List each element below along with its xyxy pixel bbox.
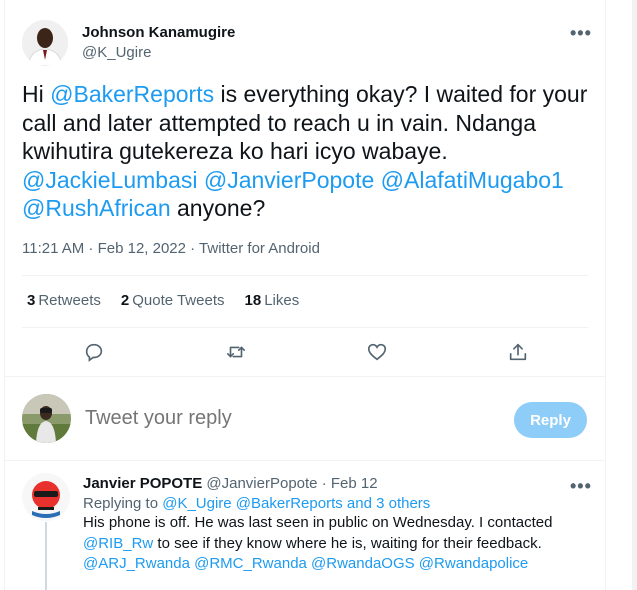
reply-text-part: His phone is off. He was last seen in pu… [83,514,553,531]
mention-link[interactable]: @JackieLumbasi [22,167,197,193]
reply-input[interactable] [85,407,485,430]
divider [22,275,588,276]
author-avatar[interactable] [22,20,68,66]
tweet-text-part: Hi [22,81,51,107]
engagement-stats: 3 Retweets 2 Quote Tweets 18 Likes [27,292,299,309]
retweets-label: Retweets [38,292,101,309]
reply-author-handle[interactable]: @JanvierPopote [206,475,317,492]
reply-date[interactable]: · Feb 12 [322,475,378,492]
quotes-label: Quote Tweets [132,292,225,309]
author-handle[interactable]: @K_Ugire [82,44,151,61]
quotes-count: 2 [120,292,130,309]
reply-author-avatar[interactable] [22,473,70,521]
mention-link[interactable]: @RIB_Rw [83,535,153,552]
reply-header: Janvier POPOTE @JanvierPopote · Feb 12 [83,475,593,492]
reply-icon[interactable] [77,335,111,369]
more-options-icon[interactable]: ••• [570,24,592,42]
reply-more-options-icon[interactable]: ••• [570,477,592,495]
reply-text: His phone is off. He was last seen in pu… [83,513,593,575]
mention-link[interactable]: @AlafatiMugabo1 [381,167,564,193]
divider [5,376,605,377]
retweets-stat[interactable]: 3 Retweets [27,292,101,309]
share-icon[interactable] [501,335,535,369]
replying-to-prefix: Replying to [83,495,163,512]
retweets-count: 3 [27,292,36,309]
quote-tweets-stat[interactable]: 2 Quote Tweets [121,292,225,309]
reply-tweet[interactable]: Janvier POPOTE @JanvierPopote · Feb 12 R… [83,475,593,575]
replying-to-users[interactable]: @K_Ugire @BakerReports and 3 others [162,495,430,512]
mention-link[interactable]: @RushAfrican [22,195,171,221]
mention-link[interactable]: @JanvierPopote [204,167,374,193]
reply-button[interactable]: Reply [514,402,587,438]
mention-links[interactable]: @ARJ_Rwanda @RMC_Rwanda @RwandaOGS @Rwan… [83,555,528,572]
reply-text-part: to see if they know where he is, waiting… [153,534,542,552]
likes-stat[interactable]: 18 Likes [245,292,300,309]
tweet-timestamp[interactable]: 11:21 AM · Feb 12, 2022 · Twitter for An… [22,240,320,257]
replying-to: Replying to @K_Ugire @BakerReports and 3… [83,495,593,512]
thread-connector [45,522,47,590]
reply-author-name[interactable]: Janvier POPOTE [83,475,202,492]
likes-label: Likes [264,292,300,309]
like-icon[interactable] [360,335,394,369]
tweet-text: Hi @BakerReports is everything okay? I w… [22,80,602,223]
tweet-text-part: anyone? [170,195,266,221]
likes-count: 18 [244,292,262,309]
mention-link[interactable]: @BakerReports [50,81,214,107]
author-display-name[interactable]: Johnson Kanamugire [82,24,235,41]
divider [5,460,605,461]
retweet-icon[interactable] [219,335,253,369]
author-handle-wrap: @K_Ugire [82,44,151,62]
divider [22,327,588,328]
author-name[interactable]: Johnson Kanamugire [82,24,235,42]
user-avatar[interactable] [22,394,71,443]
scrollbar[interactable] [632,0,637,590]
